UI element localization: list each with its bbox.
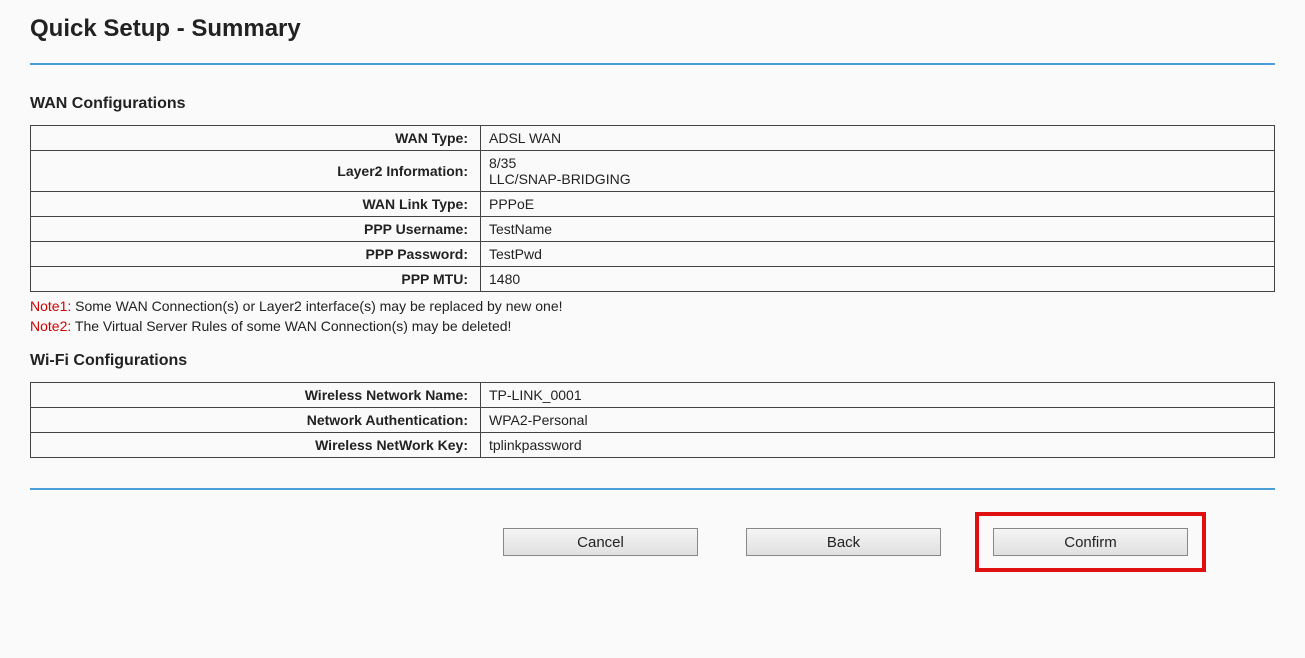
link-type-value: PPPoE xyxy=(481,192,1275,217)
button-row: Cancel Back Confirm xyxy=(30,512,1275,572)
link-type-label: WAN Link Type: xyxy=(31,192,481,217)
table-row: WAN Type: ADSL WAN xyxy=(31,126,1275,151)
wifi-config-table: Wireless Network Name: TP-LINK_0001 Netw… xyxy=(30,382,1275,458)
ppp-mtu-label: PPP MTU: xyxy=(31,267,481,292)
note2-text: The Virtual Server Rules of some WAN Con… xyxy=(71,318,511,334)
confirm-highlight: Confirm xyxy=(975,512,1206,572)
cancel-wrap: Cancel xyxy=(489,512,712,572)
table-row: Wireless NetWork Key: tplinkpassword xyxy=(31,433,1275,458)
table-row: PPP MTU: 1480 xyxy=(31,267,1275,292)
ssid-label: Wireless Network Name: xyxy=(31,383,481,408)
ppp-pass-label: PPP Password: xyxy=(31,242,481,267)
note2: Note2: The Virtual Server Rules of some … xyxy=(30,318,1275,334)
confirm-button[interactable]: Confirm xyxy=(993,528,1188,556)
back-wrap: Back xyxy=(732,512,955,572)
note2-label: Note2: xyxy=(30,318,71,334)
ppp-mtu-value: 1480 xyxy=(481,267,1275,292)
layer2-label: Layer2 Information: xyxy=(31,151,481,192)
ppp-user-value: TestName xyxy=(481,217,1275,242)
note1: Note1: Some WAN Connection(s) or Layer2 … xyxy=(30,298,1275,314)
ppp-pass-value: TestPwd xyxy=(481,242,1275,267)
wifi-section-title: Wi-Fi Configurations xyxy=(30,352,1275,370)
table-row: Network Authentication: WPA2-Personal xyxy=(31,408,1275,433)
table-row: Wireless Network Name: TP-LINK_0001 xyxy=(31,383,1275,408)
divider-bottom xyxy=(30,488,1275,490)
ppp-user-label: PPP Username: xyxy=(31,217,481,242)
wan-section-title: WAN Configurations xyxy=(30,95,1275,113)
wan-type-label: WAN Type: xyxy=(31,126,481,151)
divider-top xyxy=(30,63,1275,65)
auth-label: Network Authentication: xyxy=(31,408,481,433)
back-button[interactable]: Back xyxy=(746,528,941,556)
page-title: Quick Setup - Summary xyxy=(30,15,1275,43)
key-value: tplinkpassword xyxy=(481,433,1275,458)
note1-label: Note1: xyxy=(30,298,71,314)
table-row: WAN Link Type: PPPoE xyxy=(31,192,1275,217)
layer2-value: 8/35 LLC/SNAP-BRIDGING xyxy=(481,151,1275,192)
wan-type-value: ADSL WAN xyxy=(481,126,1275,151)
auth-value: WPA2-Personal xyxy=(481,408,1275,433)
table-row: PPP Password: TestPwd xyxy=(31,242,1275,267)
note1-text: Some WAN Connection(s) or Layer2 interfa… xyxy=(71,298,562,314)
cancel-button[interactable]: Cancel xyxy=(503,528,698,556)
wan-config-table: WAN Type: ADSL WAN Layer2 Information: 8… xyxy=(30,125,1275,292)
table-row: Layer2 Information: 8/35 LLC/SNAP-BRIDGI… xyxy=(31,151,1275,192)
table-row: PPP Username: TestName xyxy=(31,217,1275,242)
key-label: Wireless NetWork Key: xyxy=(31,433,481,458)
ssid-value: TP-LINK_0001 xyxy=(481,383,1275,408)
